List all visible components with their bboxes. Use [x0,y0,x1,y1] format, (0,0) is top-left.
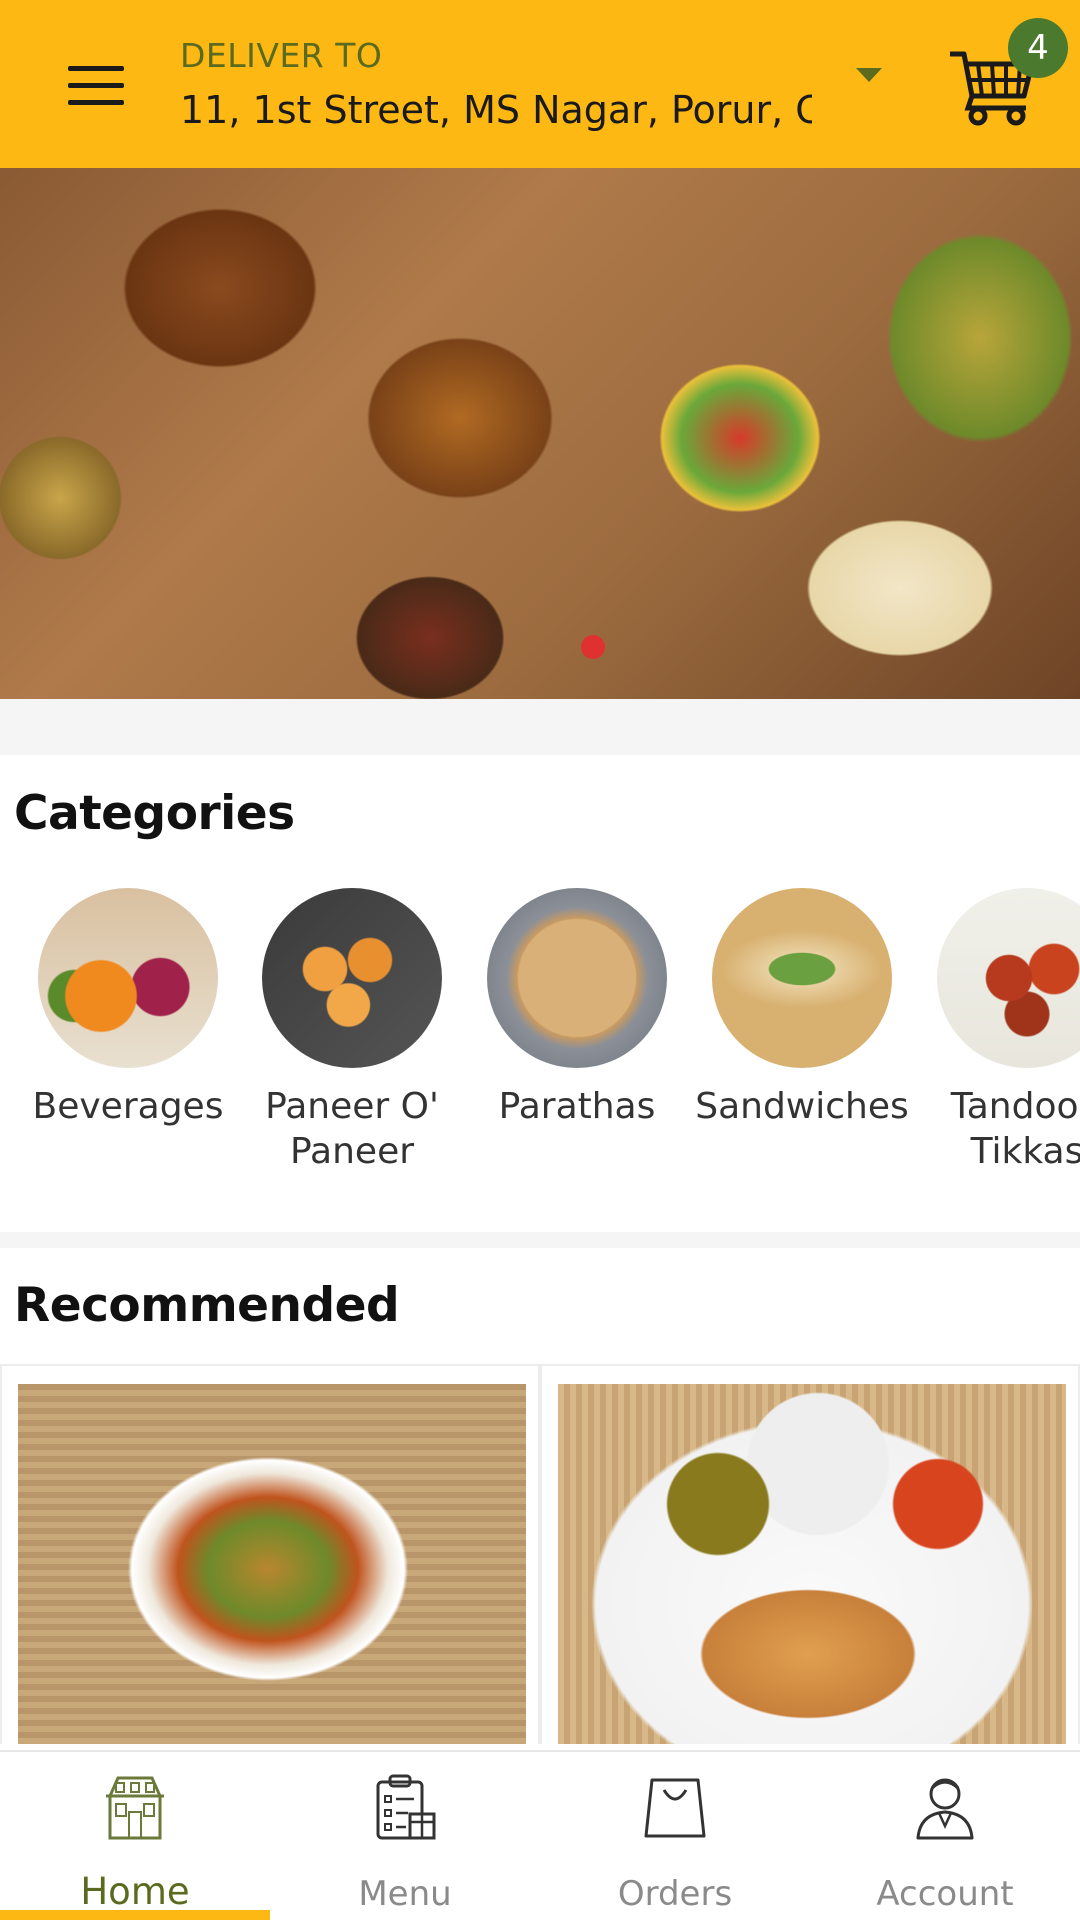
deliver-to-label: DELIVER TO [180,36,383,75]
hero-banner-image[interactable] [0,168,1080,699]
category-item-paneer[interactable]: Paneer O' Paneer [240,888,464,1174]
nav-account[interactable]: Account [810,1752,1080,1920]
carousel-indicator-dot [581,635,605,659]
menu-icon[interactable] [68,66,124,106]
recommended-card[interactable] [0,1364,540,1744]
category-item-sandwiches[interactable]: Sandwiches [690,888,914,1129]
category-label: Tandoori Tikkas [950,1086,1080,1172]
category-image [262,888,442,1068]
category-label: Sandwiches [695,1086,909,1127]
category-image [487,888,667,1068]
recommended-item-image [558,1384,1066,1744]
active-tab-indicator [0,1910,270,1920]
nav-home[interactable]: Home [0,1752,270,1920]
category-item-parathas[interactable]: Parathas [465,888,689,1129]
cart-count-badge: 4 [1008,18,1068,78]
shopping-bag-icon [644,1778,706,1838]
dropdown-caret-icon[interactable] [856,68,882,82]
category-label: Paneer O' Paneer [265,1086,439,1172]
category-image [712,888,892,1068]
home-icon [106,1776,164,1840]
category-item-tandoori[interactable]: Tandoori Tikkas [915,888,1080,1174]
app-header: DELIVER TO 11, 1st Street, MS Nagar, Por… [0,0,1080,168]
delivery-address[interactable]: 11, 1st Street, MS Nagar, Porur, Chennai [180,88,812,132]
nav-label: Home [80,1870,190,1913]
category-label: Beverages [32,1086,224,1127]
recommended-card[interactable] [540,1364,1080,1744]
category-image [937,888,1080,1068]
nav-orders[interactable]: Orders [540,1752,810,1920]
category-item-beverages[interactable]: Beverages [16,888,240,1129]
category-label: Parathas [498,1086,656,1127]
bottom-navigation: Home Menu Orders Account [0,1750,1080,1920]
home-screen: DELIVER TO 11, 1st Street, MS Nagar, Por… [0,0,1080,1920]
nav-label: Account [876,1874,1014,1914]
nav-label: Orders [617,1874,733,1914]
recommended-title: Recommended [14,1278,400,1333]
recommended-item-image [18,1384,526,1744]
category-image [38,888,218,1068]
categories-title: Categories [14,786,295,841]
menu-clipboard-icon [376,1774,436,1840]
section-divider [0,699,1080,755]
section-divider [0,1232,1080,1248]
nav-menu[interactable]: Menu [270,1752,540,1920]
nav-label: Menu [358,1874,452,1914]
user-icon [916,1778,974,1840]
